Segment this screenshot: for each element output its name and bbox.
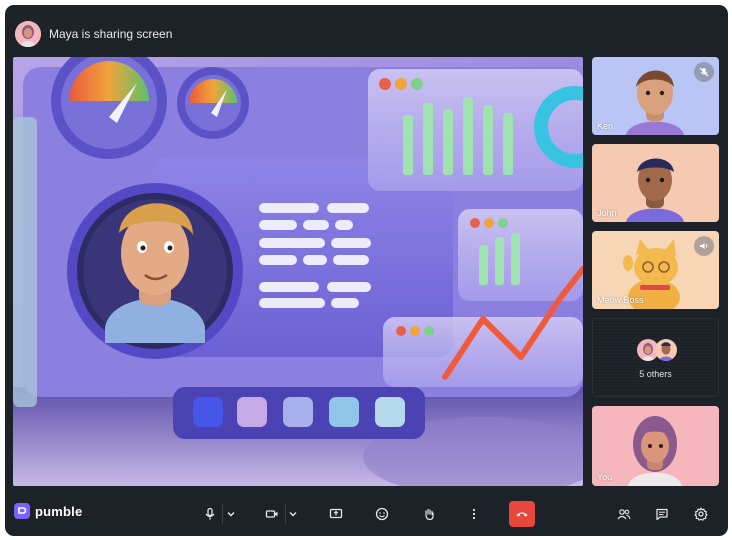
share-screen-icon: [329, 508, 343, 519]
participant-name: John: [597, 208, 617, 218]
mic-options-button[interactable]: [219, 502, 243, 526]
shared-screen-illustration: [13, 57, 583, 486]
participants-icon: [617, 509, 631, 520]
mic-off-icon: [694, 62, 714, 82]
shared-screen-view: [13, 57, 583, 486]
end-call-button[interactable]: [509, 501, 535, 527]
camera-options-button[interactable]: [281, 502, 305, 526]
others-tile[interactable]: 5 others: [592, 318, 719, 397]
others-avatars: [637, 339, 677, 361]
participant-tile[interactable]: Meow Boss: [592, 231, 719, 309]
settings-icon: [694, 507, 708, 521]
mic-icon: [205, 507, 215, 520]
raise-hand-icon: [425, 508, 434, 521]
pumble-logo-icon: [14, 503, 30, 519]
call-controls-bar: pumble: [5, 492, 728, 536]
participant-tile[interactable]: John: [592, 144, 719, 222]
share-screen-button[interactable]: [324, 502, 348, 526]
reactions-button[interactable]: [370, 502, 394, 526]
chevron-down-icon: [289, 512, 297, 517]
settings-button[interactable]: [689, 502, 713, 526]
sharing-status-text: Maya is sharing screen: [49, 27, 173, 41]
participants-button[interactable]: [612, 502, 636, 526]
emoji-icon: [375, 507, 389, 521]
chevron-down-icon: [227, 512, 235, 517]
participant-tile[interactable]: Ken: [592, 57, 719, 135]
chat-button[interactable]: [650, 502, 674, 526]
brand-name: pumble: [35, 503, 83, 519]
speaker-icon: [694, 236, 714, 256]
meeting-window: Maya is sharing screen Ken John Meow Bos…: [5, 5, 728, 536]
chat-icon: [656, 508, 668, 521]
participant-name: Ken: [597, 121, 614, 131]
end-call-icon: [516, 512, 528, 517]
participant-name: Meow Boss: [597, 295, 644, 305]
more-options-button[interactable]: [462, 502, 486, 526]
others-count: 5 others: [639, 369, 672, 379]
raise-hand-button[interactable]: [417, 502, 441, 526]
avatar: [655, 339, 677, 361]
brand-logo: pumble: [14, 503, 82, 519]
more-icon: [472, 508, 476, 520]
sharer-avatar: [15, 21, 41, 47]
participant-name: You: [597, 472, 613, 482]
sharing-banner: Maya is sharing screen: [15, 15, 718, 53]
camera-icon: [265, 510, 278, 518]
self-tile[interactable]: You: [592, 406, 719, 486]
